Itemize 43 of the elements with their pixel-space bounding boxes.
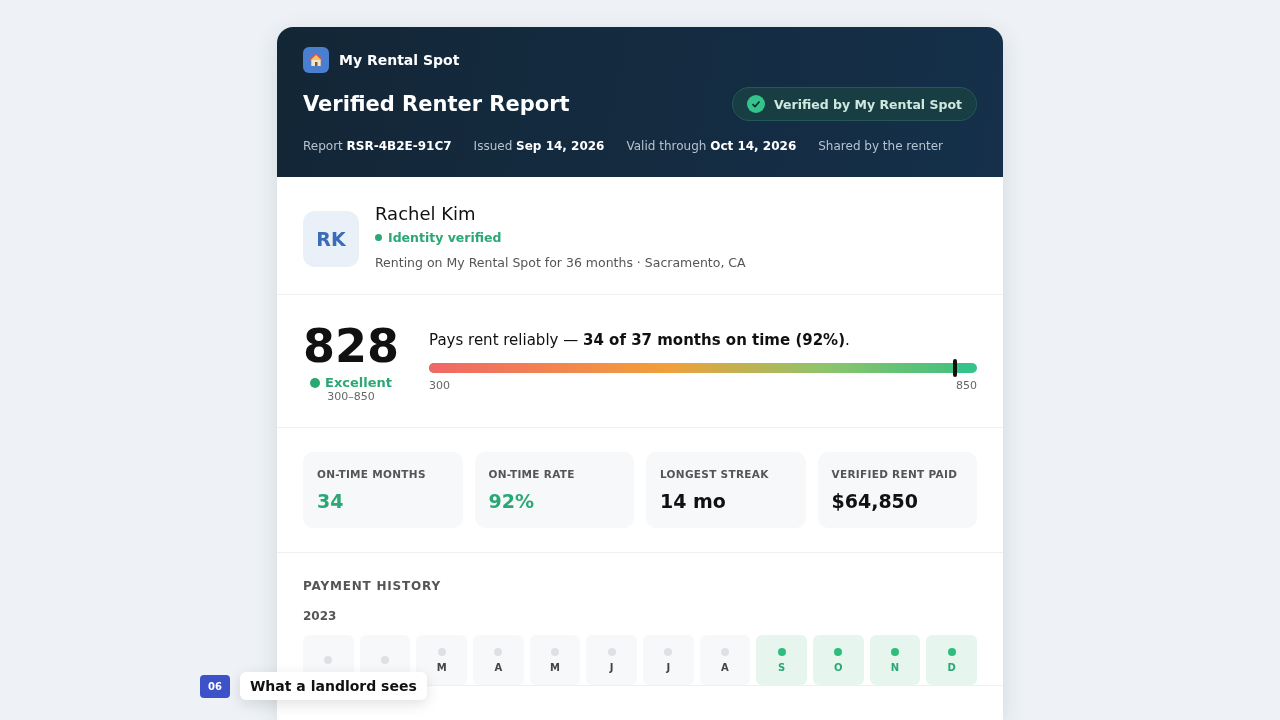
month-label: N xyxy=(890,661,900,673)
score-range: 300–850 xyxy=(327,390,375,403)
stat-label: ON-TIME MONTHS xyxy=(317,468,427,480)
brand-name: My Rental Spot xyxy=(339,52,460,68)
renter-detail: Renting on My Rental Spot for 36 months · Sacramento, CA xyxy=(375,255,746,270)
month-label: O xyxy=(834,661,843,673)
rating-dot xyxy=(310,377,320,388)
month-label: J xyxy=(666,661,671,673)
report-title: Verified Renter Report xyxy=(303,92,570,116)
step-badge: 06 xyxy=(200,674,230,698)
stat-label: ON-TIME RATE xyxy=(488,468,576,480)
caption-label: What a landlord sees xyxy=(239,672,427,700)
score-summary: Pays rent reliably — 34 of 37 months on time (92%). xyxy=(429,331,851,349)
status-text: Identity verified xyxy=(388,230,502,245)
score-value: 828 xyxy=(303,323,400,369)
meta-text: Report RSR-4B2E-91C7 xyxy=(303,139,452,153)
badge-label: Verified by My Rental Spot xyxy=(774,96,962,112)
renter-name: Rachel Kim xyxy=(375,203,477,224)
year-label: 2023 xyxy=(303,609,338,623)
month-label: D xyxy=(947,661,956,673)
stat-value: 92% xyxy=(488,490,535,512)
month-label: A xyxy=(721,661,729,673)
axis-label: 300 xyxy=(429,379,451,392)
meta-text: Valid through Oct 14, 2026 xyxy=(626,139,797,153)
section-title: PAYMENT HISTORY xyxy=(303,578,442,593)
stat-value: 14 mo xyxy=(660,490,727,512)
month-label: J xyxy=(609,661,614,673)
month-label: S xyxy=(778,661,786,673)
meta-text: Shared by the renter xyxy=(818,139,944,153)
score-marker xyxy=(953,359,958,377)
month-label: A xyxy=(494,661,503,673)
axis-label: 850 xyxy=(956,379,977,392)
month-label: M xyxy=(550,661,560,673)
stat-value: $64,850 xyxy=(831,490,920,512)
stat-label: LONGEST STREAK xyxy=(660,468,770,480)
initials-avatar: RK xyxy=(303,211,359,267)
stat-label: VERIFIED RENT PAID xyxy=(831,468,959,480)
rating-text: Excellent xyxy=(325,375,392,390)
meta-text: Issued Sep 14, 2026 xyxy=(473,139,605,153)
month-label: M xyxy=(436,661,447,673)
house-icon xyxy=(303,47,329,73)
check-icon xyxy=(747,95,766,113)
stat-value: 34 xyxy=(317,490,345,512)
